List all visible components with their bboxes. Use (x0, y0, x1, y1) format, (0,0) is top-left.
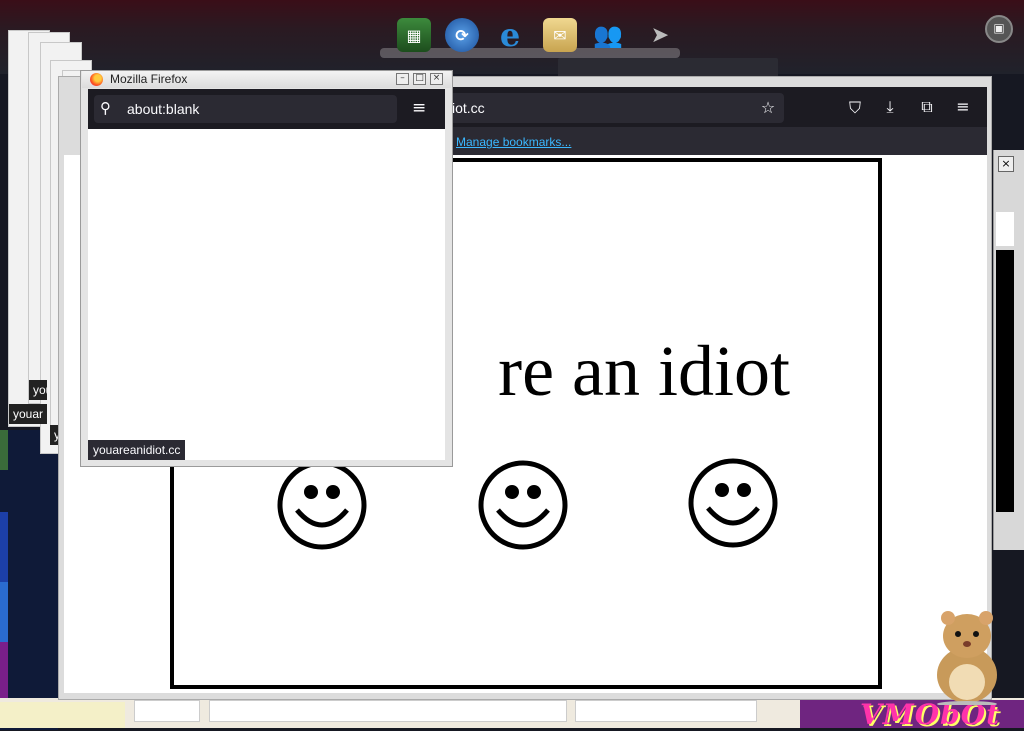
dock: ▦ ⟳ e ✉ 👥 ➤ (385, 12, 685, 58)
minimize-button[interactable]: – (396, 73, 409, 85)
smiley-face-icon (688, 458, 778, 548)
color-strip (0, 642, 8, 702)
download-icon[interactable]: ⤓ (880, 97, 900, 117)
window-title: Mozilla Firefox (110, 72, 188, 86)
menu-hamburger-icon[interactable]: ≡ (412, 98, 426, 118)
bottom-window-bar (134, 700, 200, 722)
bottom-window-bar (575, 700, 757, 722)
maximize-button[interactable]: □ (413, 73, 426, 85)
right-window-dark-panel (996, 250, 1014, 512)
ghost-window-label: you (29, 380, 47, 400)
menu-hamburger-icon[interactable]: ≡ (953, 97, 973, 116)
manage-bookmarks-link[interactable]: Manage bookmarks... (456, 135, 571, 149)
desktop-background-bottom-left (0, 702, 125, 728)
internet-explorer-icon[interactable]: e (493, 16, 527, 54)
right-window-panel (996, 212, 1014, 246)
mail-icon[interactable]: ✉ (543, 18, 577, 52)
users-icon[interactable]: 👥 (591, 18, 625, 52)
color-strip (0, 512, 8, 582)
back-window-urlbar[interactable]: iot.cc (432, 93, 784, 123)
smiley-face-icon (277, 460, 367, 550)
close-button[interactable]: × (430, 73, 443, 85)
pocket-icon[interactable]: ⛉ (845, 98, 865, 118)
ghost-window-label: youar (9, 404, 47, 424)
firefox-logo-icon (90, 73, 103, 86)
front-window-page (88, 129, 445, 460)
cursor-arrow-icon: ➤ (650, 22, 670, 48)
spreadsheet-icon[interactable]: ▦ (397, 18, 431, 52)
close-icon[interactable]: × (998, 156, 1014, 172)
bottom-window-bar (209, 700, 567, 722)
extensions-icon[interactable]: ⧉ (917, 97, 937, 117)
smiley-face-icon (478, 460, 568, 550)
search-icon: ⚲ (100, 99, 111, 117)
color-strip (0, 582, 8, 642)
status-bar: youareanidiot.cc (88, 440, 186, 460)
front-window-url-text[interactable]: about:blank (127, 101, 199, 117)
briefcase-icon[interactable]: ▣ (985, 15, 1013, 43)
desktop-background-left (0, 430, 58, 730)
hamster-mascot-icon (937, 611, 997, 705)
globe-update-icon[interactable]: ⟳ (445, 18, 479, 52)
color-strip (0, 430, 8, 470)
star-bookmark-icon[interactable]: ☆ (758, 98, 778, 117)
